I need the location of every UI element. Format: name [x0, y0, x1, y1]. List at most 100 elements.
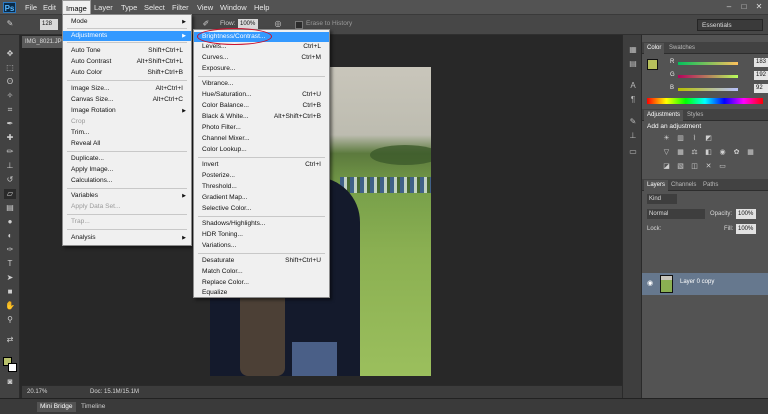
vibrance-adj-icon[interactable]: ▽	[662, 149, 671, 157]
menu-item-variations[interactable]: Variations...	[194, 241, 329, 251]
green-value[interactable]: 192	[754, 71, 768, 80]
zoom-tool-icon[interactable]: ⚲	[4, 315, 16, 325]
menu-window[interactable]: Window	[217, 0, 250, 15]
blue-track[interactable]	[678, 88, 738, 91]
menu-image[interactable]: Image	[62, 0, 91, 15]
paragraph-panel-icon[interactable]: ¶	[628, 95, 638, 104]
brush-tool-icon[interactable]: ✏	[4, 147, 16, 157]
gradient-map-adj-icon[interactable]: ▭	[718, 163, 727, 171]
menu-item-gradient-map[interactable]: Gradient Map...	[194, 193, 329, 203]
healing-brush-icon[interactable]: ✚	[4, 133, 16, 143]
gradient-tool-icon[interactable]: ▤	[4, 203, 16, 213]
airbrush-icon[interactable]: ✐	[200, 19, 212, 29]
menu-item-curves[interactable]: Curves... Ctrl+M	[194, 53, 329, 63]
menu-item-posterize[interactable]: Posterize...	[194, 171, 329, 181]
menu-item-invert[interactable]: Invert Ctrl+I	[194, 160, 329, 170]
menu-edit[interactable]: Edit	[40, 0, 59, 15]
quick-select-tool-icon[interactable]: ✧	[4, 91, 16, 101]
red-slider[interactable]: R 183	[670, 58, 768, 67]
close-button[interactable]: ✕	[754, 2, 764, 12]
menu-item-color-balance[interactable]: Color Balance... Ctrl+B	[194, 101, 329, 111]
tab-timeline[interactable]: Timeline	[78, 402, 108, 412]
blue-slider[interactable]: B 92	[670, 84, 768, 93]
dodge-tool-icon[interactable]: ◐	[4, 231, 16, 241]
levels-adj-icon[interactable]: ▥	[676, 135, 685, 143]
blend-mode-select[interactable]: Normal	[647, 209, 705, 219]
minimize-button[interactable]: –	[724, 2, 734, 12]
posterize-adj-icon[interactable]: ▧	[676, 163, 685, 171]
layer-kind-filter[interactable]: Kind	[647, 194, 677, 204]
erase-history-checkbox[interactable]	[295, 21, 303, 29]
menu-item-trim[interactable]: Trim...	[63, 128, 191, 138]
color-ramp[interactable]	[647, 98, 763, 104]
menu-item-reveal-all[interactable]: Reveal All	[63, 139, 191, 149]
history-panel-icon[interactable]: ▦	[628, 45, 638, 54]
menu-item-black-white[interactable]: Black & White... Alt+Shift+Ctrl+B	[194, 112, 329, 122]
document-tab[interactable]: IMG_8021.JPG	[22, 36, 66, 48]
menu-layer[interactable]: Layer	[91, 0, 116, 15]
layer-row[interactable]: ◉ Layer 0 copy	[642, 273, 768, 295]
menu-item-mode[interactable]: Mode ▶	[63, 17, 191, 27]
menu-item-adjustments[interactable]: Adjustments ▶	[63, 31, 191, 41]
tab-layers[interactable]: Layers	[644, 180, 669, 191]
menu-item-duplicate[interactable]: Duplicate...	[63, 154, 191, 164]
menu-help[interactable]: Help	[251, 0, 272, 15]
menu-item-channel-mixer[interactable]: Channel Mixer...	[194, 134, 329, 144]
blur-tool-icon[interactable]: ●	[4, 217, 16, 227]
rectangle-tool-icon[interactable]: ■	[4, 287, 16, 297]
tab-adjustments[interactable]: Adjustments	[644, 110, 684, 121]
tab-styles[interactable]: Styles	[684, 110, 706, 121]
brush-panel-icon[interactable]: ✎	[628, 117, 638, 126]
selective-adj-icon[interactable]: ✕	[704, 163, 713, 171]
brush-size-field[interactable]: 128	[40, 19, 58, 30]
hand-tool-icon[interactable]: ✋	[4, 301, 16, 311]
marquee-tool-icon[interactable]: ⬚	[4, 63, 16, 73]
menu-item-desaturate[interactable]: Desaturate Shift+Ctrl+U	[194, 256, 329, 266]
tab-color[interactable]: Color	[644, 43, 665, 54]
background-color[interactable]	[8, 363, 17, 372]
color-swatch[interactable]	[647, 59, 658, 70]
menu-type[interactable]: Type	[118, 0, 140, 15]
lookup-adj-icon[interactable]: ▦	[746, 149, 755, 157]
workspace-switcher[interactable]: Essentials	[697, 19, 763, 31]
invert-adj-icon[interactable]: ◪	[662, 163, 671, 171]
fill-field[interactable]: 100%	[736, 224, 756, 234]
photo-filter-adj-icon[interactable]: ◉	[718, 149, 727, 157]
menu-item-hue-saturation[interactable]: Hue/Saturation... Ctrl+U	[194, 90, 329, 100]
pen-tool-icon[interactable]: ✑	[4, 245, 16, 255]
history-brush-icon[interactable]: ↺	[4, 175, 16, 185]
tab-mini-bridge[interactable]: Mini Bridge	[37, 402, 76, 412]
lasso-tool-icon[interactable]: ʘ	[4, 77, 16, 87]
menu-item-auto-tone[interactable]: Auto Tone Shift+Ctrl+L	[63, 46, 191, 56]
zoom-level[interactable]: 20.17%	[27, 386, 47, 398]
clone-source-icon[interactable]: ⊥	[628, 131, 638, 140]
path-selection-icon[interactable]: ➤	[4, 273, 16, 283]
menu-item-calculations[interactable]: Calculations...	[63, 176, 191, 186]
hue-adj-icon[interactable]: ▦	[676, 149, 685, 157]
layer-name[interactable]: Layer 0 copy	[680, 279, 714, 285]
green-track[interactable]	[678, 75, 738, 78]
eraser-tool-icon[interactable]: ▱	[4, 189, 16, 199]
crop-tool-icon[interactable]: ⌗	[4, 105, 16, 115]
menu-item-image-size[interactable]: Image Size... Alt+Ctrl+I	[63, 84, 191, 94]
menu-item-threshold[interactable]: Threshold...	[194, 182, 329, 192]
balance-adj-icon[interactable]: ⚖	[690, 149, 699, 157]
green-slider[interactable]: G 192	[670, 71, 768, 80]
threshold-adj-icon[interactable]: ◫	[690, 163, 699, 171]
opacity-field[interactable]: 100%	[736, 209, 756, 219]
menu-item-selective-color[interactable]: Selective Color...	[194, 204, 329, 214]
tab-paths[interactable]: Paths	[700, 180, 721, 191]
menu-item-match-color[interactable]: Match Color...	[194, 267, 329, 277]
menu-item-auto-contrast[interactable]: Auto Contrast Alt+Shift+Ctrl+L	[63, 57, 191, 67]
eye-icon[interactable]: ◉	[647, 279, 653, 287]
menu-item-color-lookup[interactable]: Color Lookup...	[194, 145, 329, 155]
menu-item-image-rotation[interactable]: Image Rotation ▶	[63, 106, 191, 116]
properties-panel-icon[interactable]: ▤	[628, 59, 638, 68]
menu-item-photo-filter[interactable]: Photo Filter...	[194, 123, 329, 133]
menu-item-analysis[interactable]: Analysis ▶	[63, 233, 191, 243]
menu-item-exposure[interactable]: Exposure...	[194, 64, 329, 74]
eraser-tool-preset-icon[interactable]: ✎	[4, 19, 16, 29]
menu-item-apply-image[interactable]: Apply Image...	[63, 165, 191, 175]
menu-item-variables[interactable]: Variables ▶	[63, 191, 191, 201]
pressure-icon[interactable]: ◎	[272, 19, 284, 29]
